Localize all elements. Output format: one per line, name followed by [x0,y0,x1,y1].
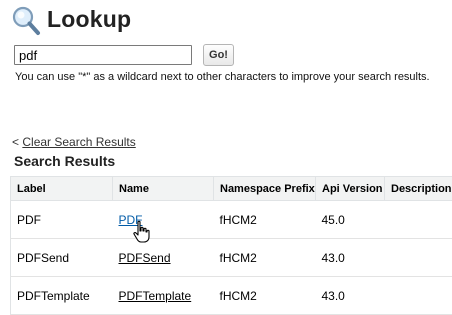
result-link[interactable]: PDFSend [119,251,171,265]
cell-api-version: 43.0 [316,277,385,315]
results-table: Label Name Namespace Prefix Api Version … [10,176,452,315]
column-header-description: Description [385,177,452,201]
table-row: PDFSend PDFSend fHCM2 43.0 [11,239,452,277]
cell-description [385,277,452,315]
clear-results-row: < Clear Search Results [12,135,136,149]
cell-namespace: fHCM2 [214,277,316,315]
cell-namespace: fHCM2 [214,239,316,277]
result-link[interactable]: PDFTemplate [119,289,192,303]
cell-label: PDFSend [11,239,113,277]
search-input[interactable] [14,45,192,65]
page-title: Lookup [47,6,131,33]
cell-name: PDF [113,201,214,239]
search-hint: You can use "*" as a wildcard next to ot… [15,71,430,83]
clear-search-results-link[interactable]: Clear Search Results [22,135,135,149]
table-header-row: Label Name Namespace Prefix Api Version … [11,177,452,201]
cell-label: PDF [11,201,113,239]
column-header-name: Name [113,177,214,201]
cell-namespace: fHCM2 [214,201,316,239]
search-results-title: Search Results [14,153,115,169]
column-header-api-version: Api Version [316,177,385,201]
cell-description [385,239,452,277]
page-header: Lookup [0,0,452,40]
column-header-label: Label [11,177,113,201]
cell-api-version: 45.0 [316,201,385,239]
cell-api-version: 43.0 [316,239,385,277]
table-row: PDF PDF fHCM2 45.0 [11,201,452,239]
magnifier-icon [10,5,44,37]
cell-name: PDFSend [113,239,214,277]
back-chevron: < [12,135,19,149]
column-header-namespace: Namespace Prefix [214,177,316,201]
cell-name: PDFTemplate [113,277,214,315]
cell-label: PDFTemplate [11,277,113,315]
cell-description [385,201,452,239]
go-button[interactable]: Go! [203,44,234,66]
hand-pointer-icon [132,220,152,244]
table-row: PDFTemplate PDFTemplate fHCM2 43.0 [11,277,452,315]
